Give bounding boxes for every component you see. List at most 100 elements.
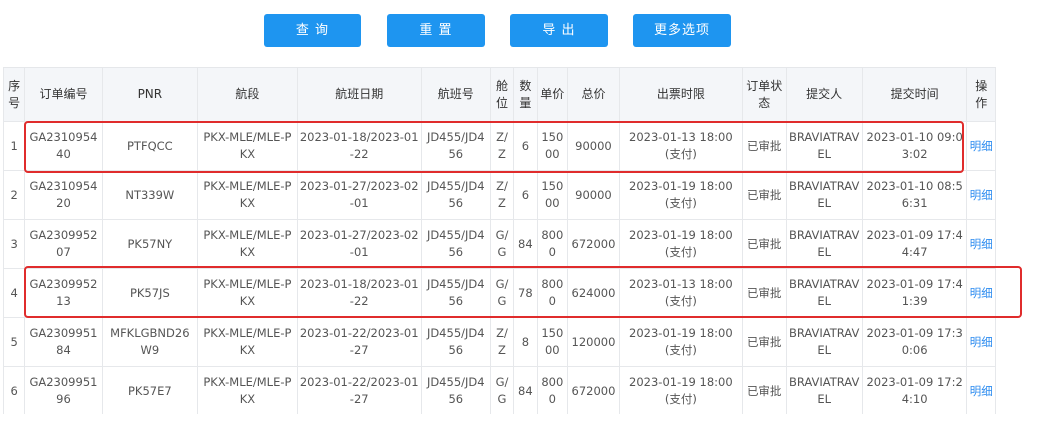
cell-total-price: 90000	[567, 170, 620, 220]
more-options-button[interactable]: 更多选项	[633, 14, 731, 47]
header-submitter: 提交人	[786, 68, 863, 122]
cell-flight-date: 2023-01-27/2023-02-01	[297, 170, 422, 220]
cell-quantity: 84	[513, 219, 538, 269]
cell-total-price: 120000	[567, 317, 620, 367]
cell-route: PKX-MLE/MLE-PKX	[197, 121, 298, 171]
header-index: 序号	[3, 68, 26, 122]
cell-actions: 明细	[966, 219, 996, 269]
cell-cabin: Z/Z	[490, 317, 515, 367]
cell-flight-number: JD455/JD456	[421, 366, 491, 414]
cell-actions: 明细	[966, 268, 996, 318]
cell-flight-date: 2023-01-18/2023-01-22	[297, 121, 422, 171]
cell-quantity: 78	[513, 268, 538, 318]
cell-pnr: PTFQCC	[102, 121, 199, 171]
header-flight-number: 航班号	[421, 68, 491, 122]
cell-flight-date: 2023-01-22/2023-01-27	[297, 366, 422, 414]
table-row: 3 GA230995207 PK57NY PKX-MLE/MLE-PKX 202…	[3, 219, 996, 269]
cell-submitter: BRAVIATRAVEL	[786, 170, 863, 220]
header-actions: 操作	[966, 68, 996, 122]
cell-quantity: 6	[513, 170, 538, 220]
details-link[interactable]: 明细	[970, 188, 993, 202]
table-row: 6 GA230995196 PK57E7 PKX-MLE/MLE-PKX 202…	[3, 366, 996, 414]
cell-unit-price: 8000	[537, 268, 569, 318]
cell-pnr: PK57E7	[102, 366, 199, 414]
cell-unit-price: 15000	[537, 121, 569, 171]
cell-quantity: 8	[513, 317, 538, 367]
cell-cabin: G/G	[490, 268, 515, 318]
cell-submitter: BRAVIATRAVEL	[786, 219, 863, 269]
cell-flight-number: JD455/JD456	[421, 317, 491, 367]
cell-order-number: GA231095420	[24, 170, 103, 220]
cell-pnr: PK57JS	[102, 268, 199, 318]
cell-index: 2	[3, 170, 26, 220]
cell-index: 5	[3, 317, 26, 367]
cell-route: PKX-MLE/MLE-PKX	[197, 219, 298, 269]
header-submit-time: 提交时间	[862, 68, 968, 122]
cell-unit-price: 15000	[537, 317, 569, 367]
header-unit-price: 单价	[537, 68, 569, 122]
cell-submit-time: 2023-01-10 08:56:31	[862, 170, 968, 220]
cell-cabin: G/G	[490, 366, 515, 414]
cell-actions: 明细	[966, 366, 996, 414]
details-link[interactable]: 明细	[970, 139, 993, 153]
toolbar: 查 询 重 置 导 出 更多选项	[0, 14, 1044, 48]
header-quantity: 数量	[513, 68, 538, 122]
cell-order-number: GA230995184	[24, 317, 103, 367]
cell-actions: 明细	[966, 317, 996, 367]
cell-flight-date: 2023-01-18/2023-01-22	[297, 268, 422, 318]
cell-order-status: 已审批	[742, 170, 787, 220]
cell-order-number: GA230995196	[24, 366, 103, 414]
cell-index: 4	[3, 268, 26, 318]
details-link[interactable]: 明细	[970, 237, 993, 251]
cell-submitter: BRAVIATRAVEL	[786, 317, 863, 367]
details-link[interactable]: 明细	[970, 384, 993, 398]
query-button[interactable]: 查 询	[264, 14, 361, 47]
header-order-status: 订单状态	[742, 68, 787, 122]
cell-flight-date: 2023-01-27/2023-02-01	[297, 219, 422, 269]
cell-submitter: BRAVIATRAVEL	[786, 121, 863, 171]
cell-flight-number: JD455/JD456	[421, 170, 491, 220]
table-row: 2 GA231095420 NT339W PKX-MLE/MLE-PKX 202…	[3, 170, 996, 220]
cell-total-price: 624000	[567, 268, 620, 318]
cell-ticket-deadline: 2023-01-13 18:00(支付)	[619, 121, 743, 171]
header-ticket-deadline: 出票时限	[619, 68, 743, 122]
cell-unit-price: 8000	[537, 366, 569, 414]
header-order-number: 订单编号	[24, 68, 103, 122]
cell-cabin: Z/Z	[490, 121, 515, 171]
cell-submit-time: 2023-01-09 17:24:10	[862, 366, 968, 414]
cell-pnr: PK57NY	[102, 219, 199, 269]
cell-order-number: GA231095440	[24, 121, 103, 171]
cell-ticket-deadline: 2023-01-19 18:00(支付)	[619, 170, 743, 220]
table-row: 1 GA231095440 PTFQCC PKX-MLE/MLE-PKX 202…	[3, 121, 996, 171]
cell-submit-time: 2023-01-09 17:30:06	[862, 317, 968, 367]
orders-table-container: 序号 订单编号 PNR 航段 航班日期 航班号 舱位 数量 单价 总价 出票时限…	[3, 67, 996, 414]
reset-button[interactable]: 重 置	[387, 14, 485, 47]
cell-pnr: MFKLGBND26W9	[102, 317, 199, 367]
cell-order-status: 已审批	[742, 317, 787, 367]
cell-route: PKX-MLE/MLE-PKX	[197, 170, 298, 220]
cell-order-number: GA230995207	[24, 219, 103, 269]
cell-order-status: 已审批	[742, 219, 787, 269]
cell-flight-date: 2023-01-22/2023-01-27	[297, 317, 422, 367]
cell-flight-number: JD455/JD456	[421, 219, 491, 269]
header-route: 航段	[197, 68, 298, 122]
details-link[interactable]: 明细	[970, 335, 993, 349]
cell-ticket-deadline: 2023-01-19 18:00(支付)	[619, 219, 743, 269]
cell-actions: 明细	[966, 170, 996, 220]
cell-index: 3	[3, 219, 26, 269]
cell-submitter: BRAVIATRAVEL	[786, 268, 863, 318]
cell-cabin: Z/Z	[490, 170, 515, 220]
cell-route: PKX-MLE/MLE-PKX	[197, 366, 298, 414]
details-link[interactable]: 明细	[970, 286, 993, 300]
cell-order-status: 已审批	[742, 121, 787, 171]
cell-submit-time: 2023-01-10 09:03:02	[862, 121, 968, 171]
export-button[interactable]: 导 出	[510, 14, 608, 47]
cell-index: 6	[3, 366, 26, 414]
cell-submitter: BRAVIATRAVEL	[786, 366, 863, 414]
header-pnr: PNR	[102, 68, 199, 122]
header-flight-date: 航班日期	[297, 68, 422, 122]
cell-submit-time: 2023-01-09 17:44:47	[862, 219, 968, 269]
cell-quantity: 84	[513, 366, 538, 414]
cell-pnr: NT339W	[102, 170, 199, 220]
cell-flight-number: JD455/JD456	[421, 121, 491, 171]
